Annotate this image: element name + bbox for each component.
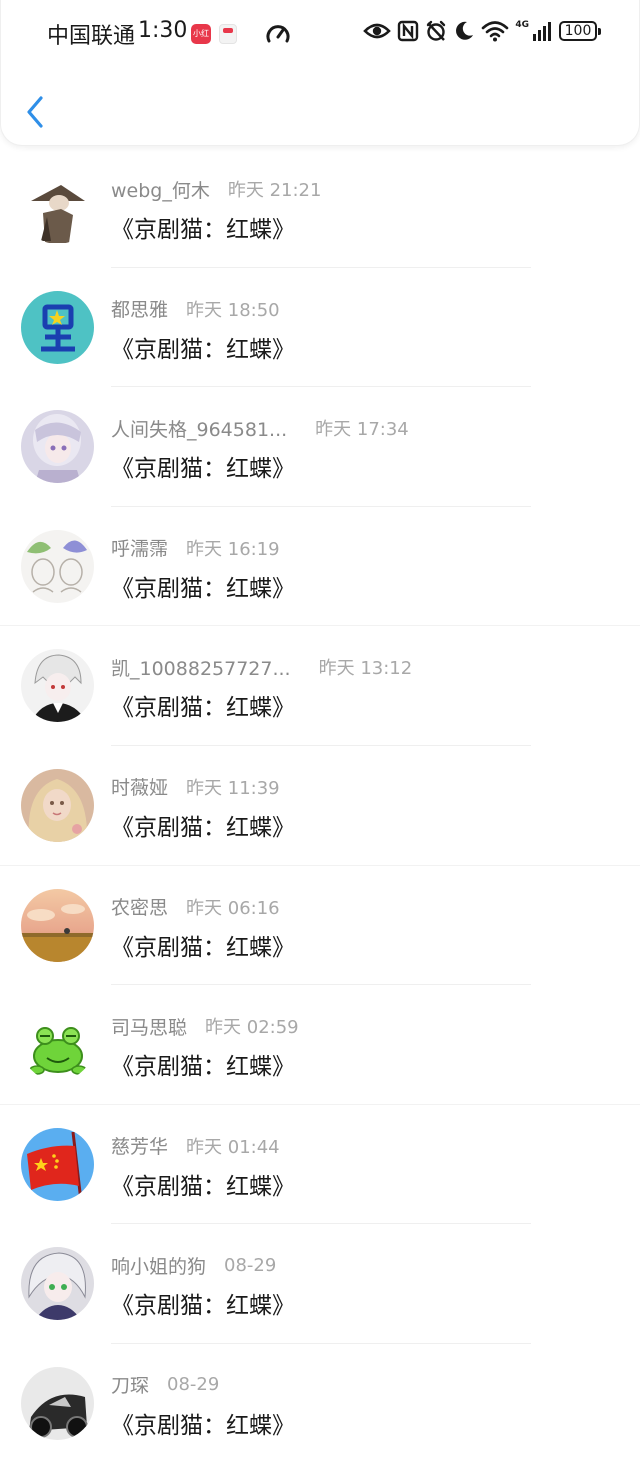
- nfc-icon: [397, 20, 419, 42]
- list-item[interactable]: 人间失格_964581... 昨天 17:34 《京剧猫：红蝶》: [0, 387, 640, 507]
- status-bar: 中国联通 1:30 小红书 4G 100: [1, 14, 640, 58]
- network-type-label: 4G: [515, 20, 529, 30]
- green-eyed-girl-icon: [21, 1247, 94, 1321]
- star-glyph-icon: [21, 290, 94, 364]
- list-item[interactable]: 呼濡霈 昨天 16:19 《京剧猫：红蝶》: [0, 507, 640, 627]
- comment-meta: 刀琛 08-29: [111, 1372, 219, 1398]
- comment-text: 《京剧猫：红蝶》: [111, 814, 295, 841]
- list-item[interactable]: 司马思聪 昨天 02:59 《京剧猫：红蝶》: [0, 985, 640, 1105]
- comment-text: 《京剧猫：红蝶》: [111, 1293, 295, 1320]
- carrier-label: 中国联通: [47, 24, 136, 49]
- sunset-field-icon: [21, 888, 94, 962]
- comment-meta: 司马思聪 昨天 02:59: [111, 1013, 299, 1039]
- comment-meta: 慈芳华 昨天 01:44: [111, 1133, 280, 1159]
- comment-text: 《京剧猫：红蝶》: [111, 336, 295, 363]
- straw-hat-figure-icon: [21, 171, 94, 244]
- comment-meta: 农密思 昨天 06:16: [111, 894, 280, 920]
- avatar[interactable]: [21, 529, 94, 603]
- list-item[interactable]: 农密思 昨天 06:16 《京剧猫：红蝶》: [0, 866, 640, 986]
- username[interactable]: 都思雅: [111, 295, 168, 322]
- comment-meta: 都思雅 昨天 18:50: [111, 296, 280, 322]
- app-notification-icon: [219, 24, 237, 44]
- timestamp: 昨天 18:50: [186, 299, 280, 321]
- comment-meta: 时薇娅 昨天 11:39: [111, 774, 280, 800]
- comment-meta: 人间失格_964581... 昨天 17:34: [111, 415, 409, 441]
- avatar[interactable]: [21, 649, 94, 723]
- avatar[interactable]: [21, 768, 94, 842]
- avatar[interactable]: [21, 290, 94, 364]
- chevron-left-icon: [27, 96, 43, 128]
- green-frog-icon: [21, 1008, 94, 1082]
- username[interactable]: webg_何木: [111, 176, 210, 203]
- comment-text: 《京剧猫：红蝶》: [111, 934, 295, 961]
- motorbike-icon: [21, 1366, 94, 1440]
- username[interactable]: 时薇娅: [111, 773, 168, 800]
- system-icons: 4G 100: [363, 20, 601, 42]
- back-button[interactable]: [21, 92, 51, 132]
- list-item[interactable]: 都思雅 昨天 18:50 《京剧猫：红蝶》: [0, 268, 640, 388]
- comment-text: 《京剧猫：红蝶》: [111, 1054, 295, 1081]
- top-header: 中国联通 1:30 小红书 4G 100: [0, 0, 640, 146]
- alarm-off-icon: [425, 20, 447, 42]
- comment-meta: 凯_10088257727... 昨天 13:12: [111, 654, 412, 680]
- username[interactable]: 凯_10088257727...: [111, 654, 291, 681]
- timestamp: 昨天 21:21: [227, 180, 322, 201]
- timestamp: 08-29: [167, 1374, 220, 1396]
- comment-text: 《京剧猫：红蝶》: [111, 1412, 295, 1439]
- white-hair-boy-icon: [21, 649, 94, 723]
- comment-meta: 呼濡霈 昨天 16:19: [111, 535, 280, 561]
- comment-text: 《京剧猫：红蝶》: [111, 1173, 295, 1200]
- timestamp: 昨天 01:44: [186, 1136, 280, 1158]
- timestamp: 昨天 17:34: [315, 419, 409, 441]
- comment-text: 《京剧猫：红蝶》: [111, 695, 295, 722]
- comment-text: 《京剧猫：红蝶》: [111, 575, 295, 602]
- timestamp: 昨天 13:12: [318, 658, 413, 680]
- username[interactable]: 农密思: [111, 893, 168, 920]
- list-item[interactable]: 慈芳华 昨天 01:44 《京剧猫：红蝶》: [0, 1105, 640, 1225]
- timestamp: 昨天 16:19: [186, 538, 280, 560]
- anime-girl-icon: [21, 410, 94, 484]
- username[interactable]: 刀琛: [111, 1371, 149, 1398]
- avatar[interactable]: [21, 1008, 94, 1082]
- avatar[interactable]: [21, 410, 94, 484]
- username[interactable]: 慈芳华: [111, 1132, 168, 1159]
- avatar[interactable]: [21, 171, 94, 244]
- comment-meta: webg_何木 昨天 21:21: [111, 176, 321, 202]
- comment-text: 《京剧猫：红蝶》: [111, 217, 295, 243]
- username[interactable]: 司马思聪: [111, 1013, 187, 1040]
- avatar[interactable]: [21, 1366, 94, 1440]
- red-flag-icon: [21, 1127, 94, 1201]
- comment-meta: 响小姐的狗 08-29: [111, 1252, 276, 1278]
- list-item[interactable]: webg_何木 昨天 21:21 《京剧猫：红蝶》: [0, 148, 640, 268]
- speedometer-icon: [265, 22, 291, 50]
- xiaohongshu-notification-icon: 小红书: [191, 24, 211, 58]
- battery-icon: 100: [559, 21, 601, 41]
- blonde-girl-icon: [21, 768, 94, 842]
- timestamp: 昨天 06:16: [186, 897, 280, 919]
- timestamp: 昨天 02:59: [205, 1017, 299, 1039]
- moon-icon: [453, 20, 475, 42]
- avatar[interactable]: [21, 1247, 94, 1321]
- timestamp: 昨天 11:39: [186, 777, 280, 799]
- sketch-twins-icon: [21, 529, 94, 603]
- comment-text: 《京剧猫：红蝶》: [111, 456, 295, 483]
- username[interactable]: 呼濡霈: [111, 534, 168, 561]
- list-item[interactable]: 时薇娅 昨天 11:39 《京剧猫：红蝶》: [0, 746, 640, 866]
- wifi-icon: [481, 20, 509, 42]
- avatar[interactable]: [21, 1127, 94, 1201]
- username[interactable]: 人间失格_964581...: [111, 415, 287, 442]
- avatar[interactable]: [21, 888, 94, 962]
- list-item[interactable]: 刀琛 08-29 《京剧猫：红蝶》: [0, 1344, 640, 1464]
- comment-list: webg_何木 昨天 21:21 《京剧猫：红蝶》 都思雅 昨天 18:50 《…: [0, 148, 640, 1464]
- signal-icon: [531, 20, 553, 42]
- status-time: 1:30: [138, 18, 188, 43]
- list-item[interactable]: 响小姐的狗 08-29 《京剧猫：红蝶》: [0, 1224, 640, 1344]
- eye-icon: [363, 21, 392, 41]
- list-item[interactable]: 凯_10088257727... 昨天 13:12 《京剧猫：红蝶》: [0, 626, 640, 746]
- timestamp: 08-29: [224, 1254, 277, 1276]
- username[interactable]: 响小姐的狗: [111, 1252, 206, 1279]
